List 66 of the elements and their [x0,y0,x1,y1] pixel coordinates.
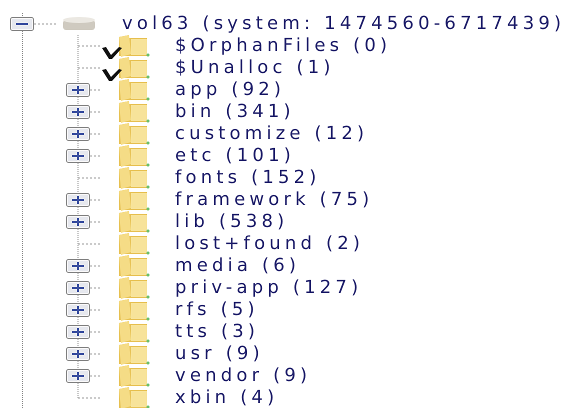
tree-row[interactable]: $OrphanFiles (0) [0,35,588,57]
folder-icon [117,56,151,80]
tree-row[interactable]: tts (3) [0,321,588,343]
folder-icon [117,276,151,300]
folder-label[interactable]: tts (3) [175,321,260,343]
tree-row[interactable]: lost+found (2) [0,233,588,255]
folder-label[interactable]: app (92) [175,79,286,101]
expand-toggle[interactable] [66,127,90,141]
folder-icon [117,320,151,344]
expand-toggle[interactable] [66,347,90,361]
folder-icon [117,386,151,408]
tree-row[interactable]: xbin (4) [0,387,588,408]
tree-row[interactable]: etc (101) [0,145,588,167]
folder-label[interactable]: framework (75) [175,189,374,211]
folder-icon [117,78,151,102]
folder-icon [117,100,151,124]
folder-icon [117,342,151,366]
expand-toggle[interactable] [66,149,90,163]
folder-label[interactable]: rfs (5) [175,299,259,321]
expand-toggle[interactable] [66,281,90,295]
folder-label[interactable]: fonts (152) [175,167,321,189]
disk-icon [62,16,96,32]
folder-icon [117,254,151,278]
folder-label[interactable]: lost+found (2) [175,233,364,255]
tree-row[interactable]: framework (75) [0,189,588,211]
folder-icon [117,298,151,322]
tree-row[interactable]: lib (538) [0,211,588,233]
expand-toggle[interactable] [66,215,90,229]
folder-label[interactable]: media (6) [175,255,300,277]
tree-row[interactable]: bin (341) [0,101,588,123]
expand-toggle[interactable] [66,259,90,273]
expand-toggle[interactable] [66,83,90,97]
folder-icon [117,188,151,212]
expand-toggle[interactable] [66,193,90,207]
folder-label[interactable]: bin (341) [175,101,295,123]
folder-icon [117,166,151,190]
tree-row[interactable]: priv-app (127) [0,277,588,299]
expand-toggle[interactable] [66,105,90,119]
tree-row[interactable]: customize (12) [0,123,588,145]
folder-label[interactable]: customize (12) [175,123,368,145]
folder-label[interactable]: usr (9) [175,343,264,365]
folder-icon [117,232,151,256]
folder-icon [117,34,151,58]
tree-row[interactable]: app (92) [0,79,588,101]
tree-row[interactable]: usr (9) [0,343,588,365]
folder-label[interactable]: priv-app (127) [175,277,362,299]
folder-icon [117,364,151,388]
tree-row[interactable]: media (6) [0,255,588,277]
tree-row[interactable]: fonts (152) [0,167,588,189]
folder-icon [117,210,151,234]
tree-row[interactable]: vendor (9) [0,365,588,387]
tree-row[interactable]: $Unalloc (1) [0,57,588,79]
folder-icon [117,144,151,168]
folder-label[interactable]: $Unalloc (1) [175,57,335,79]
expand-toggle[interactable] [66,369,90,383]
tree-row[interactable]: rfs (5) [0,299,588,321]
folder-label[interactable]: etc (101) [175,145,295,167]
volume-label[interactable]: vol63 (system: 1474560-6717439) [122,13,566,35]
folder-label[interactable]: xbin (4) [175,387,278,408]
folder-icon [117,122,151,146]
collapse-toggle[interactable] [10,17,34,31]
folder-label[interactable]: vendor (9) [175,365,312,387]
folder-label[interactable]: $OrphanFiles (0) [175,35,392,57]
expand-toggle[interactable] [66,303,90,317]
folder-label[interactable]: lib (538) [175,211,288,233]
expand-toggle[interactable] [66,325,90,339]
